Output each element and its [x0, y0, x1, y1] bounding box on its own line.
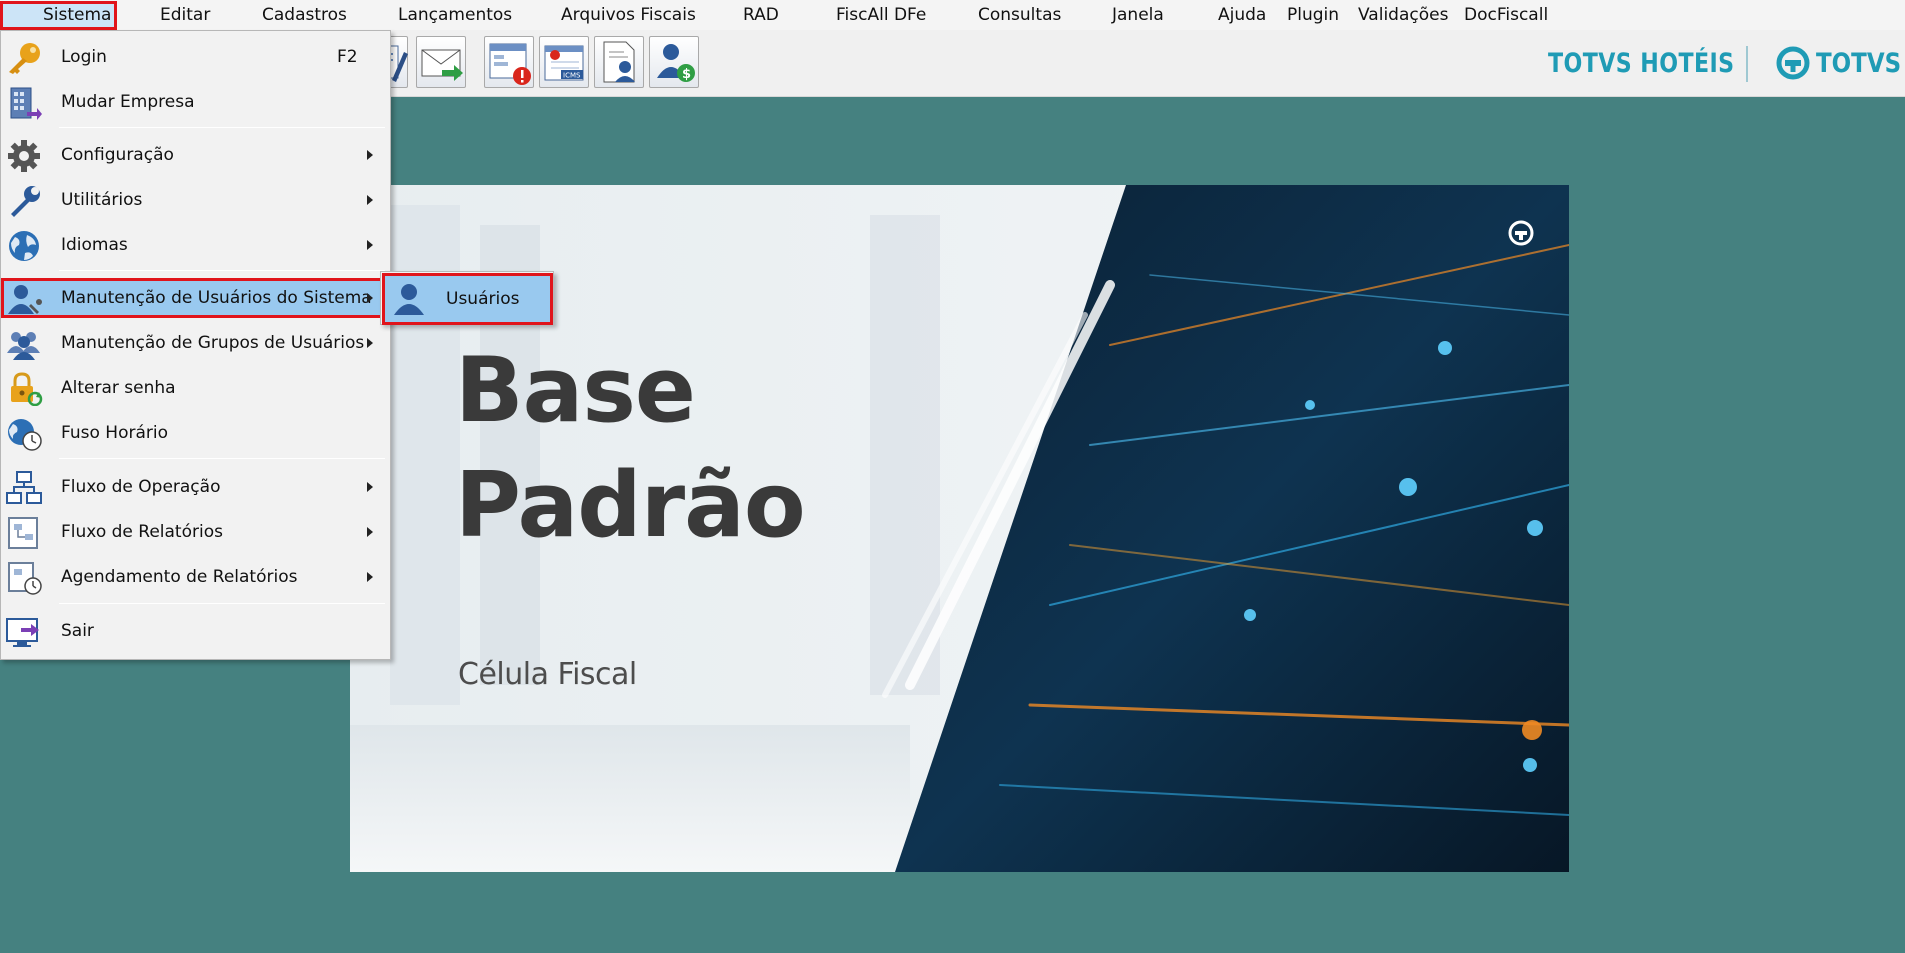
- user-money-button[interactable]: $: [649, 36, 699, 88]
- splash-subtitle: Célula Fiscal: [458, 657, 637, 692]
- user-group-icon: [7, 332, 40, 360]
- menu-item-fluxo-operacao-label: Fluxo de Operação: [61, 477, 221, 497]
- user-money-icon: $: [657, 44, 695, 82]
- globe-icon: [9, 231, 39, 261]
- lock-refresh-icon: [11, 372, 43, 406]
- menu-plugin[interactable]: Plugin: [1287, 3, 1339, 28]
- menu-fiscall-dfe[interactable]: FiscAll DFe: [836, 3, 926, 28]
- menu-item-agendamento-relatorios[interactable]: Agendamento de Relatórios: [1, 557, 390, 597]
- alert-window-button[interactable]: [484, 36, 534, 88]
- splash-title-line2: Padrão: [455, 453, 806, 558]
- splash-title-line1: Base: [455, 338, 696, 443]
- menu-item-fluxo-relatorios-label: Fluxo de Relatórios: [61, 522, 223, 542]
- menu-rad[interactable]: RAD: [743, 3, 779, 28]
- menu-separator: [59, 270, 385, 271]
- alert-window-icon: [489, 43, 531, 85]
- globe-clock-icon: [8, 419, 42, 451]
- svg-text:ICMS: ICMS: [563, 72, 581, 80]
- flowchart-icon: [6, 471, 42, 504]
- splash-title: Base Padrão: [455, 333, 806, 563]
- menu-janela[interactable]: Janela: [1112, 3, 1164, 28]
- submenu-arrow-icon: [367, 150, 373, 160]
- submenu-arrow-icon: [367, 338, 373, 348]
- building-icon: [10, 87, 42, 120]
- menu-item-manutencao-usuarios-label: Manutenção de Usuários do Sistema: [61, 288, 372, 308]
- user-icon: [394, 284, 424, 315]
- user-tools-icon: [8, 285, 42, 314]
- totvs-logo: TOTVS: [1776, 46, 1905, 80]
- menu-item-manutencao-grupos[interactable]: Manutenção de Grupos de Usuários: [1, 323, 390, 363]
- submenu-arrow-icon: [367, 195, 373, 205]
- icms-calendar-icon: ICMS: [544, 45, 584, 81]
- key-icon: [9, 43, 40, 74]
- user-document-icon: [603, 41, 635, 83]
- submenu-arrow-icon: [367, 572, 373, 582]
- report-flow-icon: [8, 517, 38, 549]
- icms-calendar-button[interactable]: ICMS: [539, 36, 589, 88]
- menu-item-utilitarios[interactable]: Utilitários: [1, 180, 390, 220]
- submenu-item-usuarios[interactable]: Usuários: [382, 273, 553, 325]
- user-document-button[interactable]: [594, 36, 644, 88]
- totvs-hoteis-logo-text: TOTVS HOTÉIS: [1548, 47, 1735, 79]
- menu-item-alterar-senha-label: Alterar senha: [61, 378, 176, 398]
- menu-item-sair[interactable]: Sair: [1, 611, 390, 651]
- menu-item-configuracao[interactable]: Configuração: [1, 135, 390, 175]
- menu-item-utilitarios-label: Utilitários: [61, 190, 143, 210]
- submenu-item-usuarios-label: Usuários: [446, 289, 520, 309]
- svg-text:$: $: [682, 67, 691, 82]
- menu-editar[interactable]: Editar: [160, 3, 210, 28]
- menu-separator: [59, 458, 385, 459]
- menu-item-login-shortcut: F2: [337, 47, 358, 67]
- menu-lancamentos[interactable]: Lançamentos: [398, 3, 512, 28]
- menu-item-fuso-horario-label: Fuso Horário: [61, 423, 168, 443]
- send-mail-icon: [421, 49, 463, 81]
- menu-sistema[interactable]: Sistema: [0, 1, 117, 30]
- menu-item-login[interactable]: Login F2: [1, 37, 390, 77]
- menu-bar: Sistema Editar Cadastros Lançamentos Arq…: [0, 0, 1905, 30]
- menu-item-idiomas[interactable]: Idiomas: [1, 225, 390, 265]
- report-schedule-icon: [8, 562, 42, 595]
- menu-validacoes[interactable]: Validações: [1358, 3, 1448, 28]
- menu-item-configuracao-label: Configuração: [61, 145, 174, 165]
- totvs-logo-text: TOTVS: [1816, 47, 1902, 79]
- menu-item-fluxo-operacao[interactable]: Fluxo de Operação: [1, 467, 390, 507]
- submenu-arrow-icon: [367, 482, 373, 492]
- menu-item-sair-label: Sair: [61, 621, 94, 641]
- brand-divider: [1746, 46, 1748, 82]
- menu-item-login-label: Login: [61, 47, 107, 67]
- wrench-icon: [11, 186, 40, 217]
- menu-item-mudar-empresa[interactable]: Mudar Empresa: [1, 82, 390, 122]
- exit-monitor-icon: [6, 618, 39, 647]
- menu-ajuda[interactable]: Ajuda: [1218, 3, 1266, 28]
- menu-consultas[interactable]: Consultas: [978, 3, 1061, 28]
- submenu-arrow-icon: [367, 293, 373, 303]
- menu-item-alterar-senha[interactable]: Alterar senha: [1, 368, 390, 408]
- usuarios-submenu: Usuários: [380, 271, 554, 325]
- menu-separator: [59, 127, 385, 128]
- menu-cadastros[interactable]: Cadastros: [262, 3, 347, 28]
- sistema-dropdown-menu: Login F2 Mudar Empresa Configuração Util…: [0, 30, 391, 660]
- menu-item-idiomas-label: Idiomas: [61, 235, 128, 255]
- menu-separator: [59, 603, 385, 604]
- menu-arquivos-fiscais[interactable]: Arquivos Fiscais: [561, 3, 696, 28]
- menu-item-mudar-empresa-label: Mudar Empresa: [61, 92, 195, 112]
- menu-item-fluxo-relatorios[interactable]: Fluxo de Relatórios: [1, 512, 390, 552]
- menu-item-manutencao-grupos-label: Manutenção de Grupos de Usuários: [61, 333, 365, 353]
- submenu-arrow-icon: [367, 527, 373, 537]
- totvs-logo-icon: [1776, 46, 1810, 80]
- menu-docfiscall[interactable]: DocFiscall: [1464, 3, 1548, 28]
- menu-item-agendamento-relatorios-label: Agendamento de Relatórios: [61, 567, 298, 587]
- menu-item-manutencao-usuarios[interactable]: Manutenção de Usuários do Sistema: [1, 278, 388, 318]
- submenu-arrow-icon: [367, 240, 373, 250]
- menu-item-fuso-horario[interactable]: Fuso Horário: [1, 413, 390, 453]
- gear-icon: [8, 140, 40, 172]
- send-mail-button[interactable]: [416, 36, 466, 88]
